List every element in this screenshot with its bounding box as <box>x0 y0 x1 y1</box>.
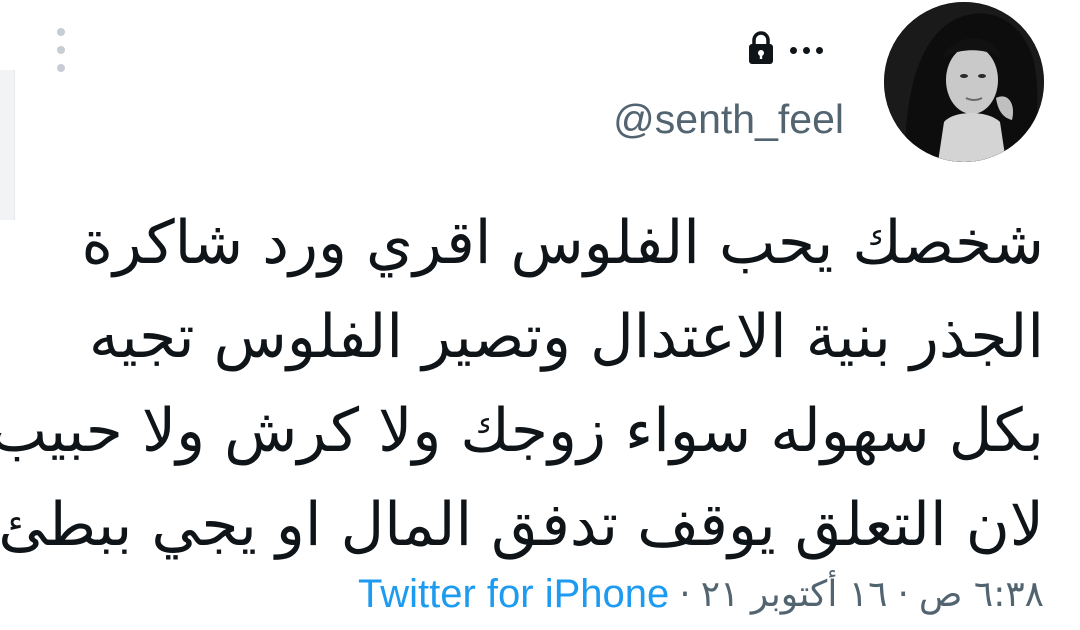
left-rail <box>0 70 15 220</box>
avatar-image <box>884 2 1044 162</box>
meta-separator: · <box>897 574 909 615</box>
dot <box>790 46 797 54</box>
dot <box>57 28 65 36</box>
tweet-time[interactable]: ٦:٣٨ ص <box>919 574 1044 615</box>
dot <box>803 46 810 54</box>
tweet-text-line: بكل سهوله سواء زوجك ولا كرش ولا حبيب <box>0 396 1044 466</box>
tweet-text-line: الجذر بنية الاعتدال وتصير الفلوس تجيه <box>88 302 1044 372</box>
lock-icon <box>749 31 773 64</box>
tweet-meta: ٦:٣٨ ص · ١٦ أكتوبر ٢١ · Twitter for iPho… <box>358 572 1044 617</box>
more-vertical-icon[interactable] <box>52 28 70 72</box>
dot <box>816 46 823 54</box>
header-icons <box>746 28 823 68</box>
tweet-text: شخصك يحب الفلوس اقري ورد شاكرة الجذر بني… <box>0 196 1044 572</box>
avatar[interactable] <box>884 2 1044 162</box>
dot <box>57 64 65 72</box>
tweet-date[interactable]: ١٦ أكتوبر ٢١ <box>701 574 888 615</box>
user-handle[interactable]: @senth_feel <box>613 96 844 143</box>
tweet-source-link[interactable]: Twitter for iPhone <box>358 572 669 617</box>
meta-separator: · <box>679 574 691 615</box>
tweet-text-line: شخصك يحب الفلوس اقري ورد شاكرة <box>81 208 1044 278</box>
tweet-text-line: لان التعلق يوقف تدفق المال او يجي ببطئ <box>0 490 1044 560</box>
more-horizontal-icon[interactable] <box>790 43 823 54</box>
dot <box>57 46 65 54</box>
